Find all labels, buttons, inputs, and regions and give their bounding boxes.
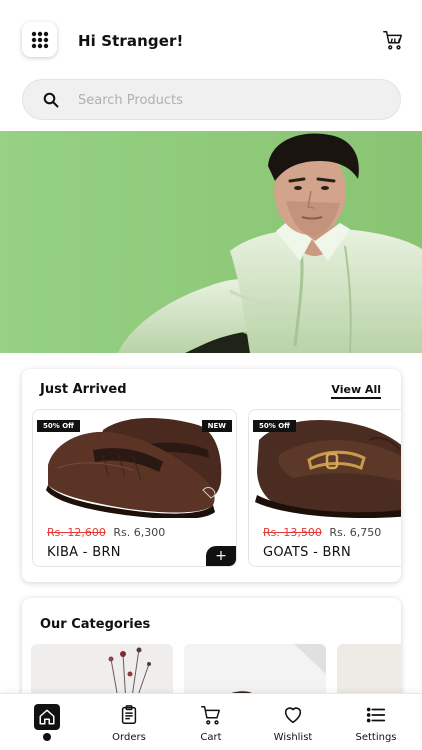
greeting-text: Hi Stranger! (78, 32, 184, 50)
nav-label: Cart (200, 732, 222, 743)
product-name: GOATS - BRN (263, 545, 352, 560)
home-icon-box (34, 704, 60, 730)
nav-item-cart[interactable]: Cart (176, 704, 246, 749)
grid-dots-icon (31, 31, 48, 48)
nav-item-home[interactable] (12, 704, 82, 749)
heart-icon (284, 707, 302, 724)
home-icon (39, 709, 55, 725)
sale-price: Rs. 6,750 (329, 526, 382, 539)
just-arrived-section: Just Arrived View All 50% Off NEW Rs. 12… (22, 369, 401, 582)
cart-icon (201, 706, 220, 725)
section-title: Just Arrived (40, 382, 127, 397)
nav-item-settings[interactable]: Settings (341, 704, 411, 749)
cart-icon[interactable] (382, 29, 404, 51)
search-icon (43, 92, 59, 108)
nav-item-wishlist[interactable]: Wishlist (258, 704, 328, 749)
discount-badge: 50% Off (253, 420, 296, 432)
search-bar[interactable] (22, 79, 401, 120)
old-price: Rs. 12,600 (47, 526, 106, 539)
orders-icon (121, 705, 137, 724)
bottom-navigation: Orders Cart Wishlist Settings (0, 693, 422, 750)
settings-list-icon (366, 707, 386, 723)
nav-label: Orders (112, 732, 146, 743)
app-header: Hi Stranger! (0, 0, 422, 80)
section-title: Our Categories (40, 617, 151, 632)
product-card[interactable]: 50% Off NEW Rs. 12,600 Rs. 6,300 KIBA - … (32, 409, 237, 567)
menu-button[interactable] (22, 22, 57, 57)
product-card[interactable]: 50% Off Rs. 13,500 Rs. 6,750 GOATS - BRN (248, 409, 401, 567)
product-price: Rs. 12,600 Rs. 6,300 (47, 526, 165, 539)
product-price: Rs. 13,500 Rs. 6,750 (263, 526, 381, 539)
nav-label: Settings (355, 732, 397, 743)
new-badge: NEW (201, 420, 232, 432)
view-all-link[interactable]: View All (331, 383, 381, 399)
sale-price: Rs. 6,300 (113, 526, 166, 539)
active-indicator (43, 733, 51, 741)
product-name: KIBA - BRN (47, 545, 121, 560)
nav-item-orders[interactable]: Orders (94, 704, 164, 749)
nav-label: Wishlist (273, 732, 313, 743)
add-to-cart-button[interactable]: + (206, 546, 236, 566)
hero-banner[interactable] (0, 131, 422, 353)
discount-badge: 50% Off (37, 420, 80, 432)
search-input[interactable] (78, 85, 378, 115)
old-price: Rs. 13,500 (263, 526, 322, 539)
hero-banner-image (0, 131, 422, 353)
